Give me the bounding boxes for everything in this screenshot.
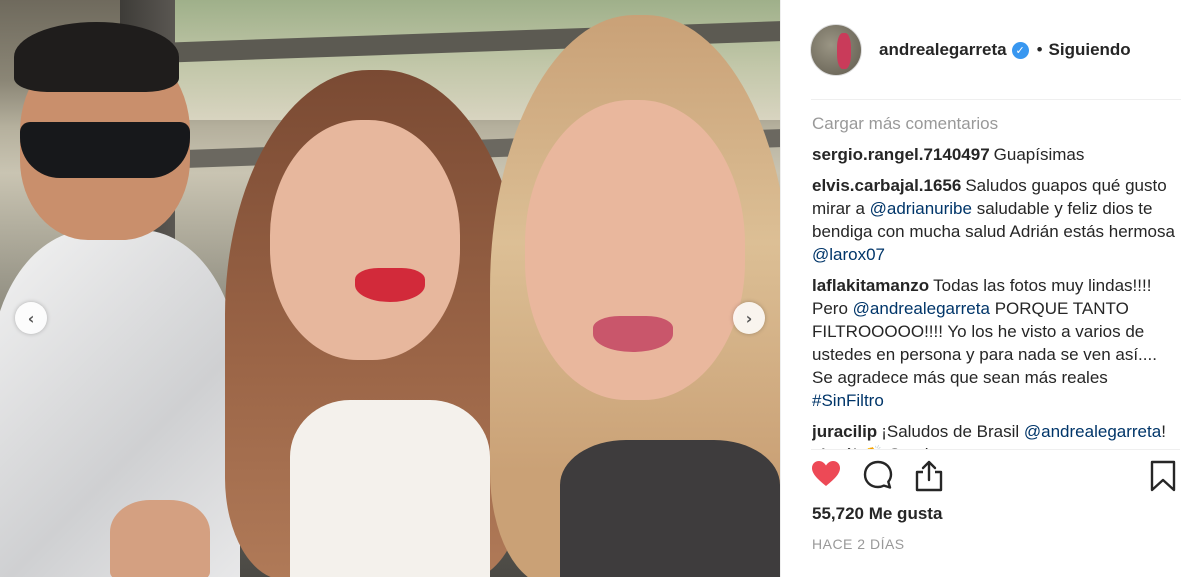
comment-text: Guapísimas (993, 145, 1085, 164)
comment-username[interactable]: elvis.carbajal.1656 (812, 176, 961, 195)
bookmark-icon (1150, 460, 1176, 492)
actions-divider (811, 449, 1180, 450)
post-photo[interactable]: ‹ › (0, 0, 780, 577)
header-separator-dot: • (1036, 40, 1043, 59)
share-upload-icon (915, 460, 943, 492)
comment-text: saludable y feliz dios te bendiga con mu… (812, 199, 1175, 241)
chevron-left-icon: ‹ (27, 308, 35, 328)
speech-bubble-icon (863, 460, 893, 489)
person-2-shirt (290, 400, 490, 577)
comment-username[interactable]: sergio.rangel.7140497 (812, 145, 990, 164)
comment: juracilip ¡Saludos de Brasil @andrealegar… (812, 420, 1182, 450)
save-button[interactable] (1150, 460, 1184, 496)
comment: sergio.rangel.7140497 Guapísimas (812, 143, 1182, 166)
likes-count[interactable]: 55,720 Me gusta (812, 504, 942, 524)
post-timestamp[interactable]: HACE 2 DÍAS (812, 536, 905, 552)
comment: laflakitamanzo Todas las fotos muy lindas… (812, 274, 1182, 412)
person-1-sunglasses (20, 122, 190, 178)
comment-username[interactable]: laflakitamanzo (812, 276, 929, 295)
comments-list[interactable]: Cargar más comentarios sergio.rangel.714… (812, 112, 1182, 450)
header-divider (811, 99, 1181, 100)
comment-username[interactable]: juracilip (812, 422, 877, 441)
comment-hashtag-link[interactable]: #SinFiltro (812, 391, 884, 410)
like-button[interactable] (811, 460, 845, 496)
following-button[interactable]: Siguiendo (1049, 40, 1131, 60)
verified-badge-icon: ✓ (1011, 41, 1029, 59)
post-username[interactable]: andrealegarreta (879, 40, 1007, 60)
heart-filled-icon (812, 461, 840, 486)
carousel-prev-button[interactable]: ‹ (15, 302, 47, 334)
person-2-smile (355, 268, 425, 302)
comment-mention-link[interactable]: @andrealegarreta (1024, 422, 1161, 441)
share-button[interactable] (914, 460, 948, 496)
person-1-hair (14, 22, 179, 92)
comment-button[interactable] (863, 460, 897, 496)
person-3-smile (593, 316, 673, 352)
comment-mention-link[interactable]: @adrianuribe (870, 199, 972, 218)
person-3-face (525, 100, 745, 400)
comment-mention-link[interactable]: @andrealegarreta (853, 299, 990, 318)
post-header: andrealegarreta ✓ • Siguiendo (781, 0, 1200, 100)
comment: elvis.carbajal.1656 Saludos guapos qué gu… (812, 174, 1182, 266)
person-2-face (270, 120, 460, 360)
comment-text: ¡Saludos de Brasil (881, 422, 1020, 441)
chevron-right-icon: › (745, 308, 753, 328)
post-actions-bar (811, 460, 1181, 500)
comment-mention-link[interactable]: @larox07 (812, 245, 885, 264)
peace-sign-hand (110, 500, 210, 577)
carousel-next-button[interactable]: › (733, 302, 765, 334)
post-side-panel: andrealegarreta ✓ • Siguiendo Cargar más… (780, 0, 1200, 577)
load-more-comments-link[interactable]: Cargar más comentarios (812, 112, 1182, 135)
person-3-top (560, 440, 780, 577)
avatar[interactable] (810, 24, 862, 76)
